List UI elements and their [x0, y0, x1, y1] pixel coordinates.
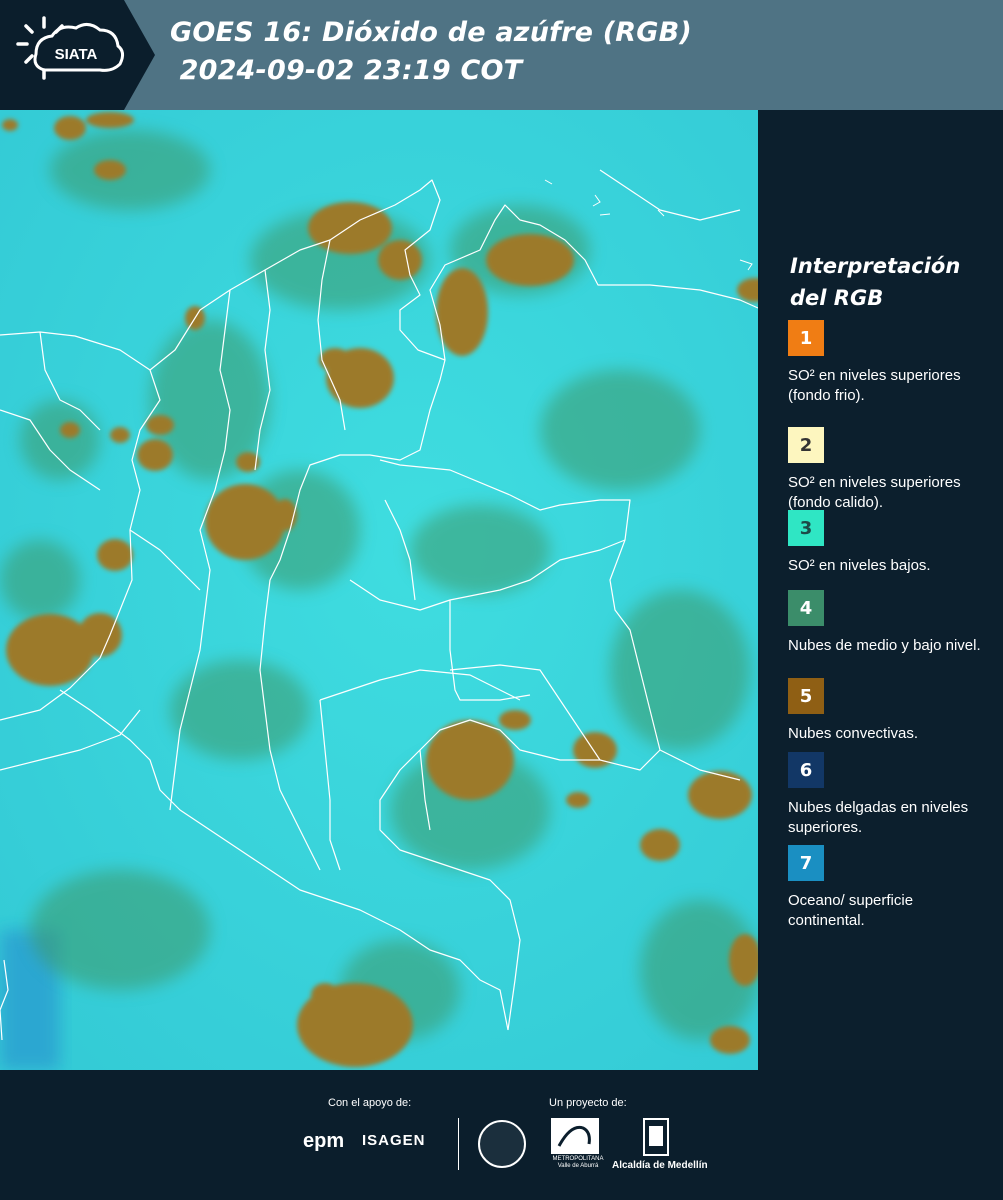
- legend-swatch: 2: [788, 427, 824, 463]
- legend-swatch: 4: [788, 590, 824, 626]
- legend-item-label: SO² en niveles superiores (fondo calido)…: [788, 474, 961, 511]
- legend-title: Interpretación del RGB: [790, 254, 961, 310]
- title-line-2: 2024-09-02 23:19 COT: [170, 55, 523, 86]
- siata-logo: SIATA: [16, 16, 125, 80]
- legend-item-label: Nubes de medio y bajo nivel.: [788, 637, 981, 654]
- legend-item: 4 Nubes de medio y bajo nivel.: [788, 590, 993, 656]
- legend-item: 6 Nubes delgadas en niveles superiores.: [788, 752, 993, 838]
- alcaldia-shield-icon: [643, 1118, 669, 1156]
- legend-item-label: Nubes convectivas.: [788, 725, 919, 742]
- page-title: GOES 16: Dióxido de azúfre (RGB) 2024-09…: [170, 14, 692, 90]
- legend-swatch: 1: [788, 320, 824, 356]
- satellite-map: [0, 110, 758, 1070]
- legend-item-label: Nubes delgadas en niveles superiores.: [788, 799, 969, 836]
- legend-swatch: 6: [788, 752, 824, 788]
- satellite-image: [0, 110, 758, 1070]
- isagen-logo: ISAGEN: [362, 1132, 426, 1149]
- area-caption: METROPOLITANA Valle de Aburrá: [552, 1156, 604, 1169]
- legend-item: 1 SO² en niveles superiores (fondo frio).: [788, 320, 993, 406]
- support-label: Con el apoyo de:: [328, 1097, 412, 1109]
- legend-item: 2 SO² en niveles superiores (fondo calido…: [788, 427, 993, 513]
- epm-logo: epm: [303, 1130, 345, 1152]
- legend-swatch: 5: [788, 678, 824, 714]
- footer: Con el apoyo de: Un proyecto de: epm ISA…: [0, 1070, 1003, 1200]
- legend-item-label: Oceano/ superficie continental.: [788, 892, 914, 929]
- legend-item: 5 Nubes convectivas.: [788, 678, 993, 744]
- header: SIATA GOES 16: Dióxido de azúfre (RGB) 2…: [0, 0, 1003, 110]
- legend-item: 3 SO² en niveles bajos.: [788, 510, 993, 576]
- svg-text:SIATA: SIATA: [55, 46, 98, 63]
- alcaldia-label: Alcaldía de Medellín: [612, 1160, 708, 1171]
- legend-swatch: 3: [788, 510, 824, 546]
- legend-panel: Interpretación del RGB 1 SO² en niveles s…: [760, 110, 1003, 1070]
- footer-divider: [458, 1118, 459, 1170]
- medellin-seal: [478, 1120, 526, 1168]
- legend-item-label: SO² en niveles bajos.: [788, 557, 931, 574]
- title-line-1: GOES 16: Dióxido de azúfre (RGB): [170, 17, 692, 48]
- legend-swatch: 7: [788, 845, 824, 881]
- legend-item-label: SO² en niveles superiores (fondo frio).: [788, 367, 961, 404]
- legend-item: 7 Oceano/ superficie continental.: [788, 845, 993, 931]
- project-label: Un proyecto de:: [549, 1097, 627, 1109]
